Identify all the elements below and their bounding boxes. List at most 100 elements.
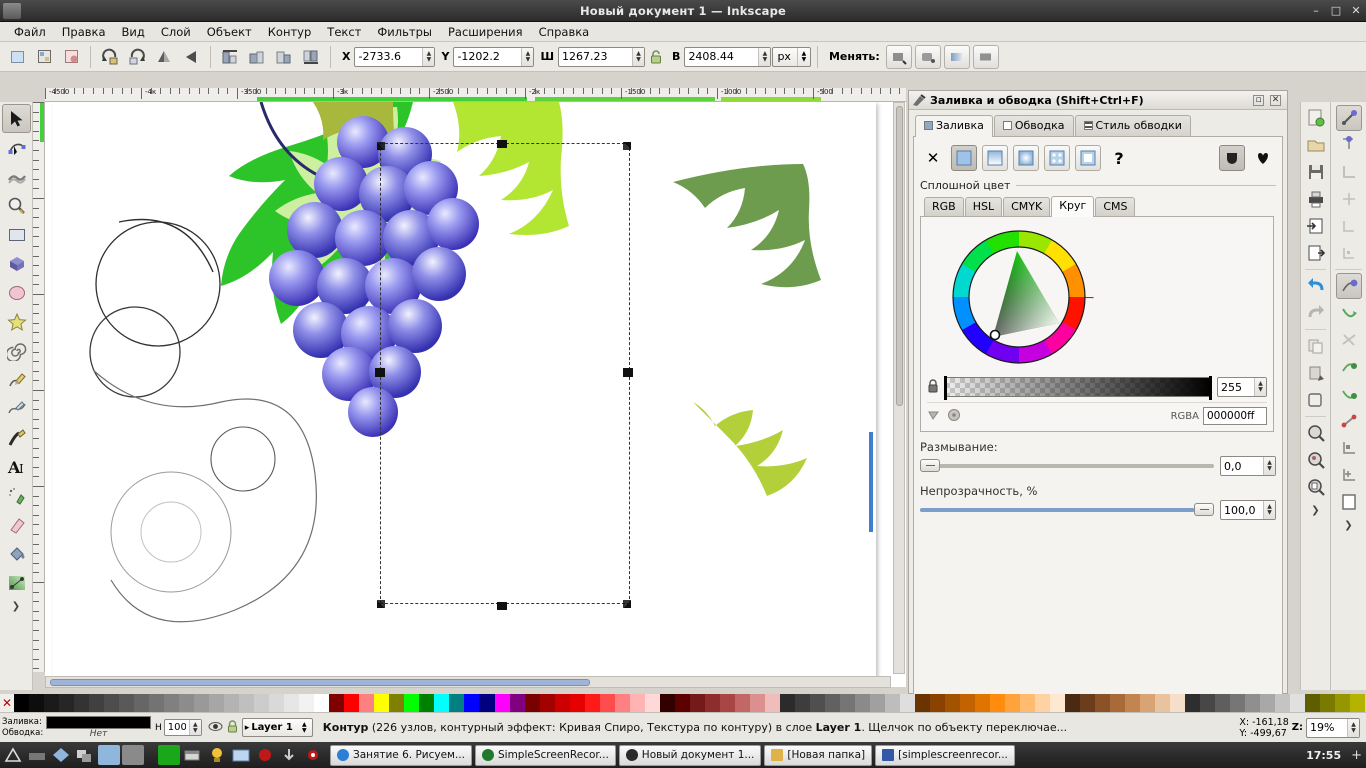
palette-swatch[interactable] <box>959 694 975 712</box>
palette-swatch[interactable] <box>869 694 885 712</box>
save-document-icon[interactable] <box>1303 159 1329 185</box>
palette-swatch[interactable] <box>944 694 960 712</box>
snap-bounding-box-icon[interactable] <box>1336 132 1362 158</box>
undo-icon[interactable] <box>1303 273 1329 299</box>
layer-select[interactable]: ▸ Layer 1 ▲ ▼ <box>241 718 313 737</box>
tab-fill[interactable]: Заливка <box>915 115 993 137</box>
affect-gradients-toggle[interactable] <box>943 44 970 69</box>
x-spinner-arrows[interactable]: ▲ ▼ <box>422 47 435 66</box>
fill-unknown-button[interactable]: ? <box>1106 145 1132 171</box>
window-controls[interactable]: – □ ✕ <box>1310 5 1362 17</box>
star-tool[interactable] <box>2 307 31 336</box>
print-icon[interactable] <box>1303 186 1329 212</box>
zoom-tool[interactable] <box>2 191 31 220</box>
palette-swatch[interactable] <box>1275 694 1291 712</box>
rectangle-tool[interactable] <box>2 220 31 249</box>
palette-swatch[interactable] <box>119 694 135 712</box>
affect-rounded-corners-toggle[interactable] <box>914 44 941 69</box>
task-button-4[interactable]: [simplescreenrecor... <box>875 744 1015 766</box>
palette-swatch[interactable] <box>134 694 150 712</box>
height-spinner-arrows[interactable]: ▲ ▼ <box>758 47 771 66</box>
snap-nodes-icon[interactable] <box>1335 273 1362 299</box>
text-tool[interactable]: AI <box>2 452 31 481</box>
spray-tool[interactable] <box>2 481 31 510</box>
palette-swatch[interactable] <box>14 694 30 712</box>
desktop-1-icon[interactable] <box>98 745 120 765</box>
snap-object-center-icon[interactable] <box>1336 435 1362 461</box>
pencil-tool[interactable] <box>2 365 31 394</box>
fill-swatch-button[interactable] <box>1075 145 1101 171</box>
palette-remove-color-icon[interactable]: ✕ <box>0 694 14 712</box>
lower-button[interactable] <box>271 45 297 69</box>
zoom-selection-icon[interactable] <box>1303 420 1329 446</box>
flip-vertical-button[interactable] <box>178 45 204 69</box>
layer-lock-icon[interactable] <box>226 719 239 736</box>
eraser-tool[interactable] <box>2 510 31 539</box>
snap-cusp-node-icon[interactable] <box>1336 354 1362 380</box>
snap-path-icon[interactable] <box>1336 300 1362 326</box>
fill-flat-color-button[interactable] <box>951 145 977 171</box>
alpha-row[interactable]: ▲▼ <box>927 376 1267 400</box>
status-opacity-input[interactable] <box>164 720 189 735</box>
import-icon[interactable] <box>1303 213 1329 239</box>
palette-swatch[interactable] <box>794 694 810 712</box>
layer-controls[interactable]: ▸ Layer 1 ▲ ▼ <box>208 718 313 737</box>
canvas[interactable] <box>45 102 906 687</box>
width-spinner[interactable]: ▲▼ <box>558 46 646 67</box>
palette-swatch[interactable] <box>1170 694 1186 712</box>
palette-swatch[interactable] <box>344 694 360 712</box>
palette-swatch[interactable] <box>1080 694 1096 712</box>
palette-swatch[interactable] <box>539 694 555 712</box>
color-mode-tabs[interactable]: RGB HSL CMYK Круг CMS <box>920 195 1276 217</box>
blur-spinner-arrows[interactable]: ▲ ▼ <box>1263 457 1275 475</box>
gradient-tool[interactable] <box>2 568 31 597</box>
opacity-row[interactable]: ▲▼ <box>920 500 1276 520</box>
color-palette[interactable]: ✕ <box>0 694 1366 712</box>
tray-monitor-icon[interactable] <box>158 745 180 765</box>
task-button-0[interactable]: Занятие 6. Рисуем... <box>330 744 472 766</box>
palette-swatch[interactable] <box>614 694 630 712</box>
palette-swatch[interactable] <box>884 694 900 712</box>
stroke-value[interactable]: Нет <box>46 729 151 739</box>
palette-swatch[interactable] <box>1335 694 1351 712</box>
task-button-1[interactable]: SimpleScreenRecor... <box>474 744 616 766</box>
status-opacity-spinner[interactable]: ▲▼ <box>163 719 202 736</box>
palette-swatch[interactable] <box>1065 694 1081 712</box>
dialog-buttons[interactable]: ▫ ✕ <box>1253 94 1284 106</box>
menu-item-text[interactable]: Текст <box>319 23 369 41</box>
palette-swatch[interactable] <box>209 694 225 712</box>
fill-type-buttons[interactable]: ✕ ? <box>920 143 1276 174</box>
tray-bulb-icon[interactable] <box>206 745 228 765</box>
menu-item-layer[interactable]: Слой <box>153 23 199 41</box>
launcher-icons[interactable] <box>0 745 324 765</box>
unit-select[interactable]: px ▲ ▼ <box>772 46 811 67</box>
palette-swatch[interactable] <box>224 694 240 712</box>
tray-update-icon[interactable] <box>278 745 300 765</box>
opacity-spinner-arrows[interactable]: ▲ ▼ <box>1263 501 1275 519</box>
zoom-spinner-arrows[interactable]: ▲ ▼ <box>1347 718 1359 737</box>
raise-button[interactable] <box>244 45 270 69</box>
zoom-spinner[interactable]: ▲▼ <box>1306 717 1360 738</box>
opacity-input[interactable] <box>1221 501 1263 519</box>
vertical-scrollbar[interactable] <box>893 102 905 674</box>
palette-swatch[interactable] <box>179 694 195 712</box>
fill-none-button[interactable]: ✕ <box>920 145 946 171</box>
palette-swatch[interactable] <box>284 694 300 712</box>
palette-swatch[interactable] <box>734 694 750 712</box>
palette-swatch[interactable] <box>914 694 930 712</box>
palette-swatch[interactable] <box>1245 694 1261 712</box>
snap-smooth-node-icon[interactable] <box>1336 381 1362 407</box>
tab-hsl[interactable]: HSL <box>964 197 1003 216</box>
palette-swatch[interactable] <box>584 694 600 712</box>
palette-swatch[interactable] <box>1185 694 1201 712</box>
palette-swatch[interactable] <box>359 694 375 712</box>
menu-item-filters[interactable]: Фильтры <box>369 23 440 41</box>
select-all-layers-button[interactable] <box>31 45 57 69</box>
lower-to-bottom-button[interactable] <box>298 45 324 69</box>
bezier-tool[interactable] <box>2 394 31 423</box>
desktop-2-icon[interactable] <box>122 745 144 765</box>
opacity-spinner[interactable]: ▲▼ <box>1220 500 1276 520</box>
select-all-button[interactable] <box>4 45 30 69</box>
palette-swatch[interactable] <box>389 694 405 712</box>
palette-swatch[interactable] <box>149 694 165 712</box>
